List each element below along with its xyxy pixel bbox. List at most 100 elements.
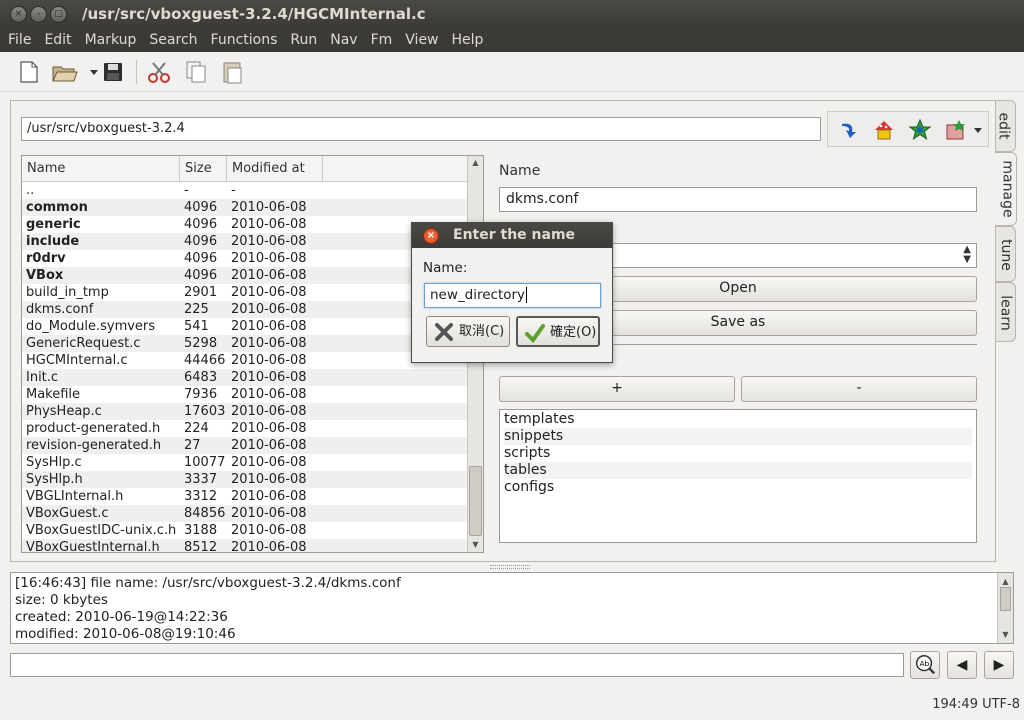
menu-nav[interactable]: Nav xyxy=(325,28,362,52)
file-row[interactable]: product-generated.h 224 2010-06-08 xyxy=(22,420,483,437)
scroll-up-icon[interactable]: ▲ xyxy=(468,156,483,170)
bookmark-item[interactable]: templates xyxy=(504,411,972,428)
open-folder-icon[interactable] xyxy=(50,58,78,86)
file-size: 4096 xyxy=(184,217,218,232)
menu-search[interactable]: Search xyxy=(144,28,202,52)
message-log: [16:46:43] file name: /usr/src/vboxguest… xyxy=(10,572,1014,644)
file-modified: 2010-06-08 xyxy=(231,387,307,402)
file-modified: 2010-06-08 xyxy=(231,506,307,521)
file-row[interactable]: Makefile 7936 2010-06-08 xyxy=(22,386,483,403)
command-input[interactable] xyxy=(10,653,904,677)
bookmark-item[interactable]: configs xyxy=(504,479,972,496)
menu-fm[interactable]: Fm xyxy=(366,28,398,52)
new-folder-icon[interactable] xyxy=(944,118,968,142)
dialog-name-input[interactable]: new_directory xyxy=(424,283,601,308)
file-modified: 2010-06-08 xyxy=(231,489,307,504)
file-modified: 2010-06-08 xyxy=(231,285,307,300)
menu-run[interactable]: Run xyxy=(285,28,322,52)
tab-tune[interactable]: tune xyxy=(996,226,1016,282)
search-ab-icon[interactable]: Ab xyxy=(910,651,940,679)
maximize-window-button[interactable]: □ xyxy=(50,6,67,23)
file-size: 3312 xyxy=(184,489,218,504)
bookmark-list[interactable]: templates snippets scripts tables config… xyxy=(499,409,977,543)
menu-functions[interactable]: Functions xyxy=(206,28,283,52)
menu-view[interactable]: View xyxy=(400,28,443,52)
cut-icon[interactable] xyxy=(145,58,173,86)
file-name: VBGLInternal.h xyxy=(26,489,124,504)
remove-bookmark-button[interactable]: - xyxy=(741,376,977,402)
tab-learn[interactable]: learn xyxy=(996,282,1016,342)
file-name: VBox xyxy=(26,268,64,283)
file-row[interactable]: common 4096 2010-06-08 xyxy=(22,199,483,216)
menu-help[interactable]: Help xyxy=(447,28,489,52)
log-line: size: 0 kbytes xyxy=(15,592,108,608)
cancel-label: 取消(C) xyxy=(459,324,505,339)
next-arrow-icon[interactable]: ▶ xyxy=(984,651,1014,679)
file-name: PhysHeap.c xyxy=(26,404,102,419)
bookmark-star-icon[interactable] xyxy=(908,118,932,142)
tab-manage[interactable]: manage xyxy=(995,152,1017,226)
file-row[interactable]: Init.c 6483 2010-06-08 xyxy=(22,369,483,386)
file-name: HGCMInternal.c xyxy=(26,353,128,368)
file-name: dkms.conf xyxy=(26,302,94,317)
file-name: VBoxGuest.c xyxy=(26,506,109,521)
bookmark-item[interactable]: snippets xyxy=(504,428,972,445)
file-modified: 2010-06-08 xyxy=(231,472,307,487)
close-window-button[interactable]: × xyxy=(10,6,27,23)
save-icon[interactable] xyxy=(99,58,127,86)
file-row[interactable]: VBGLInternal.h 3312 2010-06-08 xyxy=(22,488,483,505)
dialog-close-icon[interactable]: × xyxy=(423,228,439,244)
paste-icon[interactable] xyxy=(218,58,246,86)
file-row[interactable]: SysHlp.h 3337 2010-06-08 xyxy=(22,471,483,488)
file-size: 2901 xyxy=(184,285,218,300)
file-row[interactable]: .. - - xyxy=(22,182,483,199)
home-icon[interactable] xyxy=(872,118,896,142)
new-file-icon[interactable] xyxy=(14,58,42,86)
file-row[interactable]: VBoxGuestIDC-unix.c.h 3188 2010-06-08 xyxy=(22,522,483,539)
add-bookmark-button[interactable]: + xyxy=(499,376,735,402)
file-name: .. xyxy=(26,183,35,198)
dropdown-arrow-icon[interactable] xyxy=(80,58,98,86)
pane-resize-grip[interactable] xyxy=(490,565,530,569)
scroll-thumb[interactable] xyxy=(469,466,482,536)
minimize-window-button[interactable]: – xyxy=(30,6,47,23)
enter-name-dialog: × Enter the name Name: new_directory 取消(… xyxy=(411,222,613,363)
file-row[interactable]: VBoxGuestInternal.h 8512 2010-06-08 xyxy=(22,539,483,552)
file-row[interactable]: SysHlp.c 10077 2010-06-08 xyxy=(22,454,483,471)
log-scrollbar[interactable]: ▲ ▼ xyxy=(997,573,1013,643)
file-name: SysHlp.h xyxy=(26,472,83,487)
file-modified: 2010-06-08 xyxy=(231,302,307,317)
file-modified: 2010-06-08 xyxy=(231,268,307,283)
file-modified: 2010-06-08 xyxy=(231,523,307,538)
log-line: [16:46:43] file name: /usr/src/vboxguest… xyxy=(15,575,401,591)
column-size[interactable]: Size xyxy=(180,156,227,181)
dialog-ok-button[interactable]: 確定(O) xyxy=(516,316,600,347)
file-name: generic xyxy=(26,217,81,232)
previous-arrow-icon[interactable]: ◀ xyxy=(947,651,977,679)
file-size: 3337 xyxy=(184,472,218,487)
menu-edit[interactable]: Edit xyxy=(39,28,76,52)
scroll-down-icon[interactable]: ▼ xyxy=(998,626,1013,643)
bookmark-item[interactable]: scripts xyxy=(504,445,972,462)
path-input[interactable]: /usr/src/vboxguest-3.2.4 xyxy=(21,117,821,141)
file-size: 4096 xyxy=(184,251,218,266)
dialog-cancel-button[interactable]: 取消(C) xyxy=(426,316,510,347)
menu-markup[interactable]: Markup xyxy=(80,28,142,52)
column-modified[interactable]: Modified at xyxy=(227,156,323,181)
copy-icon[interactable] xyxy=(182,58,210,86)
bookmark-item[interactable]: tables xyxy=(504,462,972,479)
file-row[interactable]: revision-generated.h 27 2010-06-08 xyxy=(22,437,483,454)
scroll-down-icon[interactable]: ▼ xyxy=(468,538,483,552)
column-name[interactable]: Name xyxy=(22,156,180,181)
name-field[interactable]: dkms.conf xyxy=(499,187,977,212)
dialog-name-value: new_directory xyxy=(430,287,526,303)
svg-text:Ab: Ab xyxy=(919,659,929,668)
fm-dropdown-arrow-icon[interactable] xyxy=(972,118,984,142)
file-row[interactable]: PhysHeap.c 17603 2010-06-08 xyxy=(22,403,483,420)
tab-edit[interactable]: edit xyxy=(995,100,1016,152)
menu-file[interactable]: File xyxy=(3,28,36,52)
file-modified: 2010-06-08 xyxy=(231,319,307,334)
back-arrow-icon[interactable] xyxy=(836,118,860,142)
log-scroll-thumb[interactable] xyxy=(1000,587,1011,611)
file-row[interactable]: VBoxGuest.c 84856 2010-06-08 xyxy=(22,505,483,522)
